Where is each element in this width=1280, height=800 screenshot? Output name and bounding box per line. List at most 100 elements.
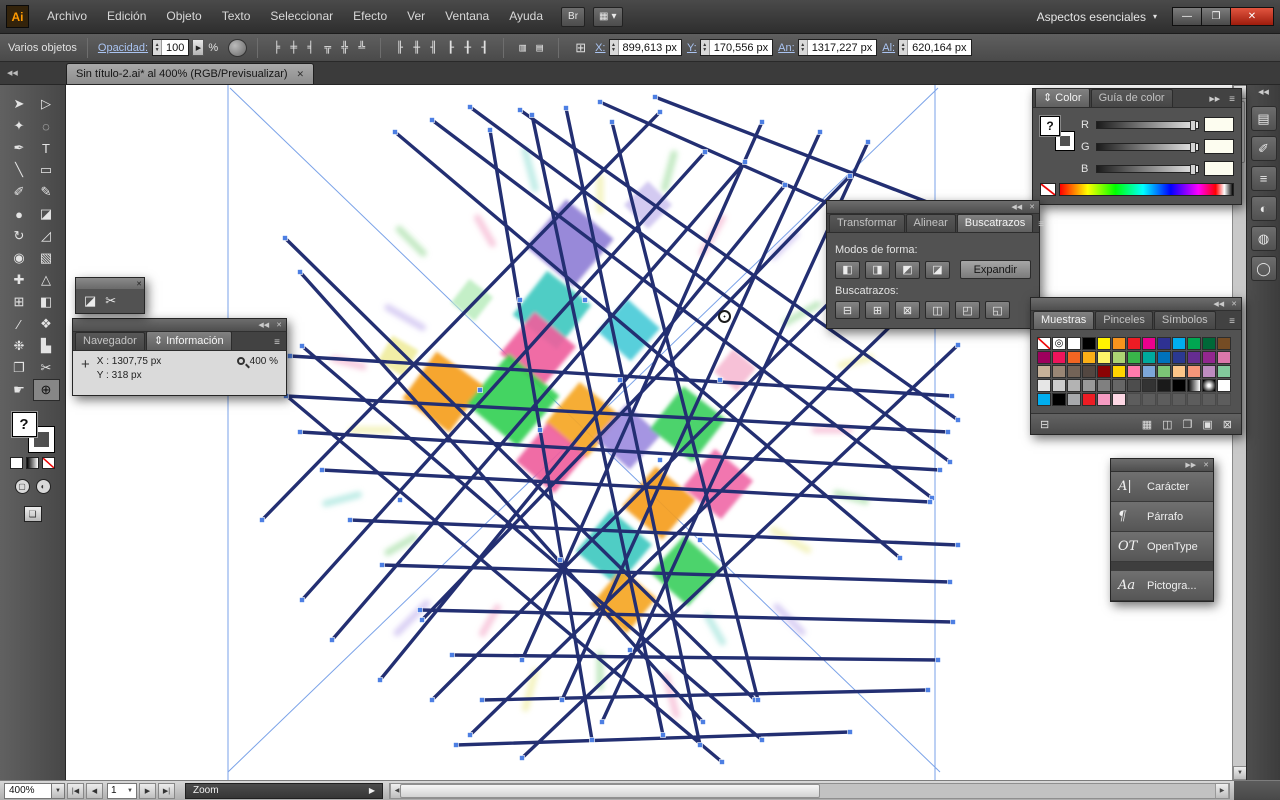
distribute-5-icon[interactable]: ┨: [476, 40, 493, 56]
swatch[interactable]: [1172, 365, 1186, 378]
swatch[interactable]: [1142, 337, 1156, 350]
menu-item-8[interactable]: Ayuda: [499, 9, 553, 23]
swatch[interactable]: [1172, 379, 1186, 392]
slider-track[interactable]: [1096, 119, 1199, 131]
recolor-artwork-icon[interactable]: [228, 38, 248, 57]
field-spinner[interactable]: ▲ ▼: [899, 40, 909, 55]
shape-mode-3-button[interactable]: ◪: [925, 260, 950, 279]
field-label[interactable]: An:: [778, 42, 795, 54]
swatch[interactable]: [1202, 379, 1216, 392]
zoom-level-input[interactable]: 400%: [4, 782, 52, 799]
swatch[interactable]: [1082, 365, 1096, 378]
swatch[interactable]: [1217, 379, 1231, 392]
panel-collapse-icon[interactable]: ◀◀: [258, 321, 269, 329]
pathfinder-1-button[interactable]: ⊞: [865, 301, 890, 319]
swatch[interactable]: [1097, 379, 1111, 392]
swatch[interactable]: [1037, 337, 1051, 350]
blend-tool[interactable]: ❖: [33, 313, 60, 335]
minimize-button[interactable]: —: [1172, 7, 1202, 26]
delete-swatch-icon[interactable]: ⊠: [1223, 418, 1232, 431]
pencil-tool[interactable]: ✎: [33, 181, 60, 203]
tab-navigator[interactable]: Navegador: [75, 332, 145, 350]
swatch[interactable]: [1172, 351, 1186, 364]
pathfinder-5-button[interactable]: ◱: [985, 301, 1010, 319]
swatch[interactable]: [1112, 337, 1126, 350]
slider-track[interactable]: [1096, 163, 1199, 175]
swatch[interactable]: [1052, 379, 1066, 392]
reference-point-icon[interactable]: ⊞: [575, 40, 586, 56]
status-arrow-icon[interactable]: ▶: [369, 786, 375, 795]
magic-wand-tool[interactable]: ✦: [6, 115, 33, 137]
tab-info[interactable]: ⇕ Información: [145, 331, 232, 350]
swatch[interactable]: [1157, 337, 1171, 350]
swatch[interactable]: [1112, 393, 1126, 406]
restore-button[interactable]: ❐: [1201, 7, 1231, 26]
bridge-button[interactable]: Br: [561, 6, 586, 27]
dock-appearance-icon[interactable]: ◯: [1250, 256, 1277, 281]
swatch-libraries-icon[interactable]: ⊟: [1040, 418, 1049, 431]
type-tool[interactable]: T: [33, 137, 60, 159]
swatch[interactable]: [1157, 379, 1171, 392]
swatch[interactable]: [1067, 379, 1081, 392]
swatch[interactable]: [1052, 351, 1066, 364]
field-spinner[interactable]: ▲ ▼: [798, 40, 808, 55]
graph-tool[interactable]: ▙: [33, 335, 60, 357]
panel-collapse-icon[interactable]: ◀◀: [1011, 203, 1022, 211]
swatch[interactable]: [1217, 351, 1231, 364]
swatch[interactable]: [1037, 393, 1051, 406]
scroll-down-icon[interactable]: ▼: [1233, 766, 1247, 780]
swatch[interactable]: [1127, 351, 1141, 364]
mesh-tool[interactable]: ⊞: [6, 291, 33, 313]
swatch[interactable]: [1142, 351, 1156, 364]
gradient-tool[interactable]: ◧: [33, 291, 60, 313]
horizontal-scrollbar[interactable]: ◀ ▶: [389, 782, 1230, 799]
free-transform-tool[interactable]: ▧: [33, 247, 60, 269]
dock-stroke-icon[interactable]: ≡: [1250, 166, 1277, 191]
tab-symbols[interactable]: Símbolos: [1153, 311, 1216, 329]
scissors-tool-mini[interactable]: ✂: [105, 293, 116, 309]
swatch-options-icon[interactable]: ◫: [1162, 418, 1172, 431]
fill-stroke-proxy[interactable]: ?: [11, 411, 55, 453]
panel-collapse-icon[interactable]: ▶▶: [1185, 461, 1196, 469]
last-artboard-button[interactable]: ▶|: [158, 782, 175, 799]
tab-color-guide[interactable]: Guía de color: [1090, 89, 1173, 107]
arrange-documents-button[interactable]: ▦ ▾: [593, 6, 623, 27]
illustrator-logo-icon[interactable]: Ai: [6, 5, 29, 28]
tab-swatches[interactable]: Muestras: [1033, 311, 1095, 329]
panel-close-icon[interactable]: ✕: [136, 280, 142, 288]
tab-color[interactable]: ⇕ Color: [1035, 88, 1090, 107]
perspective-grid-tool[interactable]: △: [33, 269, 60, 291]
previous-artboard-button[interactable]: ◀: [86, 782, 103, 799]
first-artboard-button[interactable]: |◀: [67, 782, 84, 799]
panel-menu-icon[interactable]: ≡: [1034, 219, 1048, 230]
none-button[interactable]: [42, 457, 55, 469]
dock-brushes-icon[interactable]: ✐: [1250, 136, 1277, 161]
tab-pathfinder[interactable]: Buscatrazos: [956, 214, 1034, 232]
next-artboard-button[interactable]: ▶: [139, 782, 156, 799]
distribute-1-icon[interactable]: ╫: [408, 40, 425, 56]
selection-tool[interactable]: ➤: [6, 93, 33, 115]
swatch[interactable]: [1067, 351, 1081, 364]
opacity-input[interactable]: ▲ ▼ 100: [152, 39, 190, 56]
swatch[interactable]: [1187, 337, 1201, 350]
width-tool[interactable]: ◉: [6, 247, 33, 269]
spacing-1-icon[interactable]: ▤: [531, 40, 548, 56]
color-spectrum-bar[interactable]: [1059, 183, 1234, 196]
align-1-icon[interactable]: ╪: [285, 40, 302, 56]
align-4-icon[interactable]: ╬: [336, 40, 353, 56]
swatch[interactable]: [1067, 337, 1081, 350]
panel-close-icon[interactable]: ✕: [1231, 300, 1237, 308]
eyedropper-tool[interactable]: ∕: [6, 313, 33, 335]
distribute-4-icon[interactable]: ╂: [459, 40, 476, 56]
swatch[interactable]: [1127, 379, 1141, 392]
new-swatch-icon[interactable]: ▣: [1202, 418, 1212, 431]
menu-item-1[interactable]: Edición: [97, 9, 156, 23]
eraser-tool-mini[interactable]: ◪: [84, 293, 96, 309]
swatch[interactable]: [1187, 379, 1201, 392]
slider-value-input[interactable]: [1204, 117, 1234, 132]
align-2-icon[interactable]: ╡: [302, 40, 319, 56]
distribute-0-icon[interactable]: ╟: [391, 40, 408, 56]
slider-value-input[interactable]: [1204, 161, 1234, 176]
fill-proxy[interactable]: ?: [1040, 116, 1060, 136]
swatch[interactable]: [1187, 351, 1201, 364]
